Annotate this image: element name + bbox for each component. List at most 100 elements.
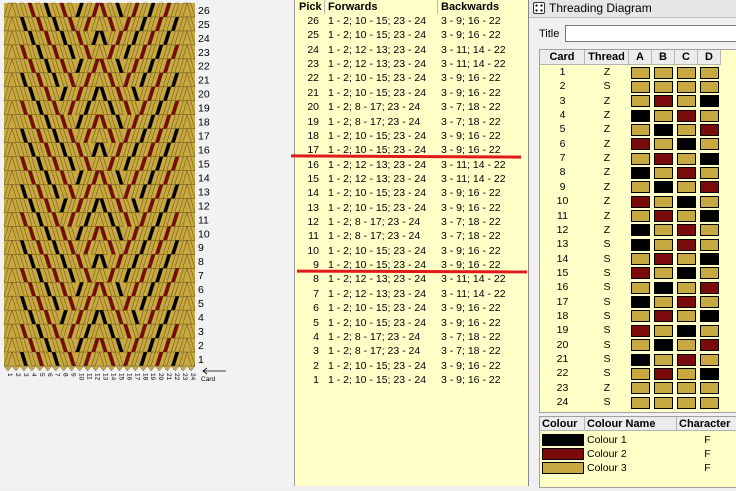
hole-cell[interactable] [700,152,719,165]
hole-cell[interactable] [631,310,650,323]
hole-cell[interactable] [631,253,650,266]
thread-direction[interactable]: Z [585,165,629,179]
hole-cell[interactable] [631,396,650,409]
hole-cell[interactable] [677,296,696,309]
column-header-b[interactable]: B [652,50,675,65]
hole-cell[interactable] [700,95,719,108]
thread-direction[interactable]: S [585,338,629,352]
hole-cell[interactable] [700,166,719,179]
hole-cell[interactable] [654,66,673,79]
hole-cell[interactable] [677,253,696,266]
title-input[interactable] [565,25,736,42]
hole-cell[interactable] [700,195,719,208]
pick-row[interactable]: 11 1 - 2; 8 - 17; 23 - 24 3 - 7; 18 - 22 [295,229,529,243]
hole-cell[interactable] [677,224,696,237]
hole-cell[interactable] [677,267,696,280]
legend-header-character[interactable]: Character [677,417,736,431]
hole-cell[interactable] [700,296,719,309]
pick-row[interactable]: 15 1 - 2; 12 - 13; 23 - 24 3 - 11; 14 - 22 [295,172,529,186]
hole-cell[interactable] [654,123,673,136]
thread-direction[interactable]: S [585,323,629,337]
thread-direction[interactable]: Z [585,209,629,223]
hole-cell[interactable] [677,281,696,294]
hole-cell[interactable] [654,95,673,108]
thread-direction[interactable]: S [585,352,629,366]
hole-cell[interactable] [631,80,650,93]
thread-direction[interactable]: Z [585,137,629,151]
hole-cell[interactable] [677,152,696,165]
hole-cell[interactable] [631,181,650,194]
hole-cell[interactable] [700,267,719,280]
thread-direction[interactable]: Z [585,65,629,79]
hole-cell[interactable] [677,238,696,251]
pick-row[interactable]: 8 1 - 2; 12 - 13; 23 - 24 3 - 11; 14 - 22 [295,272,529,286]
hole-cell[interactable] [677,181,696,194]
hole-cell[interactable] [677,195,696,208]
hole-cell[interactable] [654,238,673,251]
column-header-thread[interactable]: Thread [585,50,629,65]
pick-row[interactable]: 21 1 - 2; 10 - 15; 23 - 24 3 - 9; 16 - 22 [295,86,529,100]
pick-row[interactable]: 24 1 - 2; 12 - 13; 23 - 24 3 - 11; 14 - 22 [295,43,529,57]
hole-cell[interactable] [677,339,696,352]
thread-direction[interactable]: S [585,366,629,380]
hole-cell[interactable] [654,253,673,266]
hole-cell[interactable] [631,267,650,280]
hole-cell[interactable] [677,210,696,222]
hole-cell[interactable] [654,281,673,294]
hole-cell[interactable] [631,382,650,395]
hole-cell[interactable] [700,138,719,151]
thread-direction[interactable]: Z [585,94,629,108]
pick-row[interactable]: 18 1 - 2; 10 - 15; 23 - 24 3 - 9; 16 - 22 [295,129,529,143]
hole-cell[interactable] [700,210,719,222]
hole-cell[interactable] [654,109,673,122]
hole-cell[interactable] [700,238,719,251]
thread-direction[interactable]: S [585,237,629,251]
hole-cell[interactable] [700,367,719,380]
thread-direction[interactable]: Z [585,108,629,122]
hole-cell[interactable] [654,367,673,380]
column-header-card[interactable]: Card [540,50,585,65]
pick-row[interactable]: 13 1 - 2; 10 - 15; 23 - 24 3 - 9; 16 - 22 [295,201,529,215]
thread-direction[interactable]: S [585,266,629,280]
hole-cell[interactable] [631,353,650,366]
hole-cell[interactable] [631,238,650,251]
hole-cell[interactable] [654,210,673,222]
pick-row[interactable]: 3 1 - 2; 8 - 17; 23 - 24 3 - 7; 18 - 22 [295,344,529,358]
hole-cell[interactable] [677,123,696,136]
hole-cell[interactable] [654,396,673,409]
hole-cell[interactable] [654,324,673,337]
thread-direction[interactable]: S [585,280,629,294]
hole-cell[interactable] [700,353,719,366]
legend-header-name[interactable]: Colour Name [585,417,677,431]
pick-row[interactable]: 1 1 - 2; 10 - 15; 23 - 24 3 - 9; 16 - 22 [295,373,529,387]
hole-cell[interactable] [677,367,696,380]
hole-cell[interactable] [631,95,650,108]
hole-cell[interactable] [631,123,650,136]
thread-direction[interactable]: S [585,395,629,409]
hole-cell[interactable] [677,353,696,366]
thread-direction[interactable]: S [585,295,629,309]
hole-cell[interactable] [700,339,719,352]
hole-cell[interactable] [654,224,673,237]
hole-cell[interactable] [654,353,673,366]
hole-cell[interactable] [700,66,719,79]
hole-cell[interactable] [631,138,650,151]
hole-cell[interactable] [677,396,696,409]
pick-row[interactable]: 26 1 - 2; 10 - 15; 23 - 24 3 - 9; 16 - 22 [295,14,529,28]
hole-cell[interactable] [677,66,696,79]
hole-cell[interactable] [631,339,650,352]
thread-direction[interactable]: Z [585,180,629,194]
hole-cell[interactable] [654,152,673,165]
pick-row[interactable]: 22 1 - 2; 10 - 15; 23 - 24 3 - 9; 16 - 22 [295,71,529,85]
thread-direction[interactable]: Z [585,381,629,395]
thread-direction[interactable]: S [585,79,629,93]
hole-cell[interactable] [631,281,650,294]
hole-cell[interactable] [631,210,650,222]
hole-cell[interactable] [654,80,673,93]
pick-row[interactable]: 5 1 - 2; 10 - 15; 23 - 24 3 - 9; 16 - 22 [295,316,529,330]
legend-header-colour[interactable]: Colour [540,417,585,431]
hole-cell[interactable] [654,339,673,352]
hole-cell[interactable] [677,80,696,93]
pick-row[interactable]: 10 1 - 2; 10 - 15; 23 - 24 3 - 9; 16 - 22 [295,244,529,258]
hole-cell[interactable] [700,281,719,294]
